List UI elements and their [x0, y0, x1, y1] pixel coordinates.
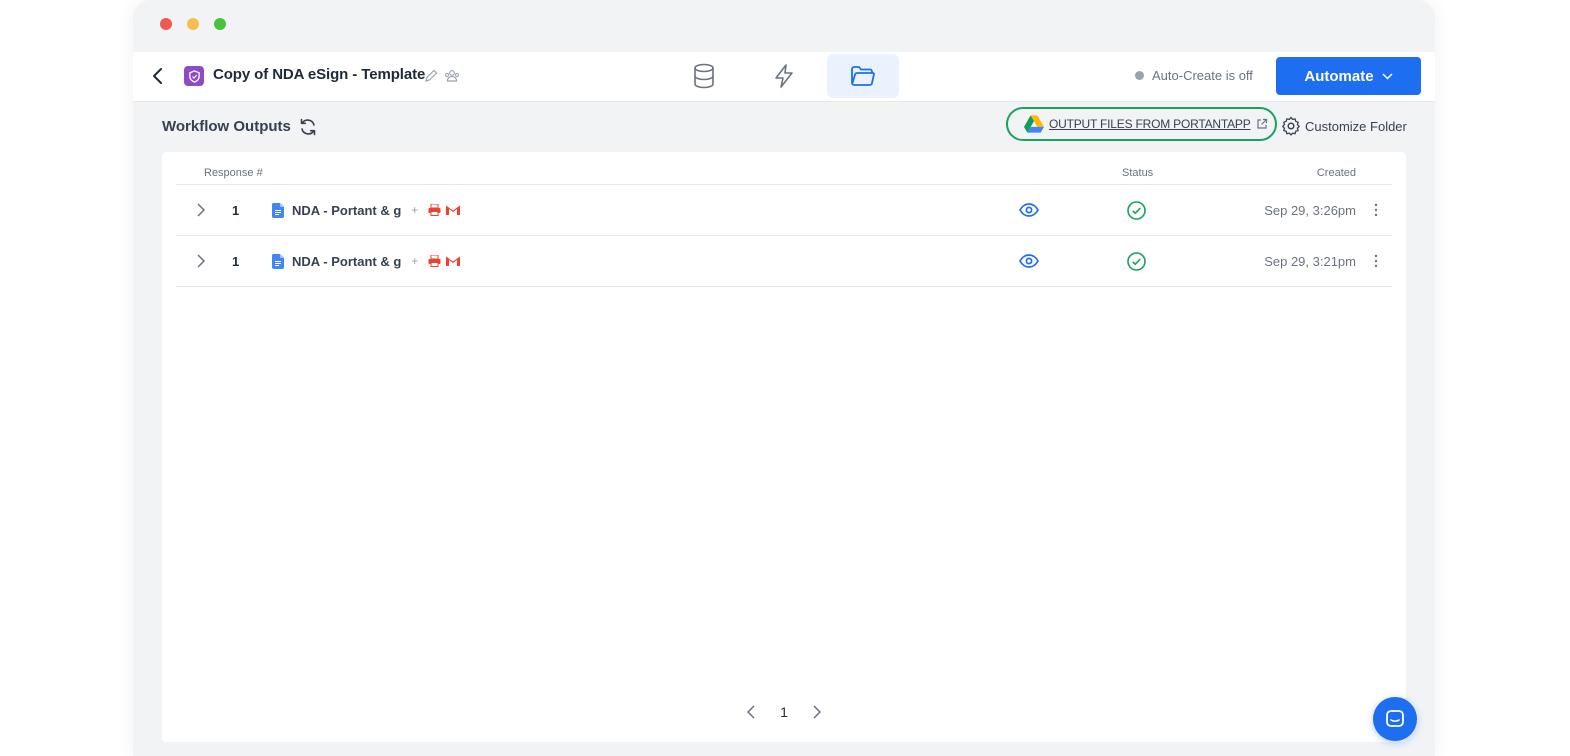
google-drive-icon [1024, 115, 1044, 133]
google-docs-icon [272, 202, 284, 218]
automate-button-label: Automate [1304, 67, 1374, 85]
external-link-icon [1256, 118, 1267, 129]
output-document[interactable]: NDA - Portant & g + [272, 236, 461, 286]
chevron-down-icon [1382, 72, 1393, 80]
chat-bubble-icon [1386, 710, 1404, 727]
eye-icon [1019, 203, 1039, 217]
row-more-options[interactable] [1374, 236, 1378, 286]
document-name: NDA - Portant & g [292, 202, 402, 218]
gmail-icon [446, 256, 461, 266]
row-more-options[interactable] [1374, 185, 1378, 235]
back-arrow-icon[interactable] [151, 66, 165, 86]
column-header-created[interactable]: Created [1317, 167, 1356, 179]
pdf-printer-icon [428, 255, 441, 267]
pdf-printer-icon [428, 204, 441, 216]
created-timestamp: Sep 29, 3:26pm [1264, 202, 1356, 218]
response-number: 1 [232, 202, 240, 218]
template-title: Copy of NDA eSign - Template [213, 66, 426, 83]
created-timestamp: Sep 29, 3:21pm [1264, 253, 1356, 269]
additional-outputs-plus: + [411, 203, 419, 217]
close-window-button[interactable] [160, 18, 172, 30]
kebab-menu-icon [1374, 254, 1378, 268]
next-page-icon[interactable] [812, 704, 822, 720]
table-row[interactable]: 1 NDA - Portant & g + Sep 29, 3:26pm [176, 185, 1392, 236]
maximize-window-button[interactable] [214, 18, 226, 30]
check-circle-icon [1127, 251, 1146, 271]
previous-page-icon[interactable] [746, 704, 756, 720]
preview-eye-button[interactable] [1019, 236, 1039, 286]
kebab-menu-icon [1374, 203, 1378, 217]
gear-icon [1282, 116, 1300, 136]
folder-icon [851, 66, 875, 86]
customize-folder-button[interactable]: Customize Folder [1281, 116, 1407, 136]
database-icon [694, 63, 714, 89]
output-document[interactable]: NDA - Portant & g + [272, 185, 461, 235]
status-success [1127, 236, 1146, 286]
auto-create-label: Auto-Create is off [1152, 68, 1253, 83]
tab-outputs-folder[interactable] [827, 54, 899, 98]
minimize-window-button[interactable] [187, 18, 199, 30]
chevron-right-icon [197, 254, 206, 268]
automate-button[interactable]: Automate [1276, 57, 1421, 95]
pagination: 1 [162, 702, 1406, 722]
output-files-drive-link[interactable]: OUTPUT FILES FROM PORTANTAPP [1006, 107, 1277, 141]
customize-folder-label: Customize Folder [1305, 118, 1407, 134]
chevron-right-icon [197, 203, 206, 217]
google-docs-icon [272, 253, 284, 269]
refresh-icon[interactable] [298, 117, 318, 137]
expand-row-button[interactable] [196, 236, 206, 286]
check-circle-icon [1127, 200, 1146, 220]
column-header-status[interactable]: Status [1122, 167, 1153, 179]
table-header: Response # Status Created [176, 164, 1392, 185]
status-dot-icon [1135, 71, 1144, 80]
pencil-edit-icon[interactable] [423, 68, 439, 84]
preview-eye-button[interactable] [1019, 185, 1039, 235]
lightning-bolt-icon [775, 64, 793, 88]
auto-create-status[interactable]: Auto-Create is off [1135, 68, 1253, 83]
workflow-outputs-heading: Workflow Outputs [162, 118, 291, 135]
app-window: Copy of NDA eSign - Template Auto-Create… [133, 0, 1435, 756]
table-row[interactable]: 1 NDA - Portant & g + Sep 29, 3:21pm [176, 236, 1392, 287]
tab-automation[interactable] [748, 54, 820, 98]
gmail-icon [446, 205, 461, 215]
eye-icon [1019, 254, 1039, 268]
share-users-icon[interactable] [444, 68, 460, 84]
status-success [1127, 185, 1146, 235]
outputs-table-panel: Response # Status Created 1 NDA - Portan… [162, 152, 1406, 742]
chat-support-button[interactable] [1373, 697, 1417, 741]
template-shield-icon [184, 66, 204, 86]
additional-outputs-plus: + [411, 254, 419, 268]
window-titlebar [133, 0, 1435, 51]
output-files-link-label: OUTPUT FILES FROM PORTANTAPP [1049, 117, 1251, 131]
tab-data-source[interactable] [668, 54, 740, 98]
expand-row-button[interactable] [196, 185, 206, 235]
document-name: NDA - Portant & g [292, 253, 402, 269]
current-page-number[interactable]: 1 [780, 704, 788, 720]
response-number: 1 [232, 253, 240, 269]
app-header: Copy of NDA eSign - Template Auto-Create… [133, 52, 1435, 102]
column-header-response[interactable]: Response # [204, 167, 263, 179]
